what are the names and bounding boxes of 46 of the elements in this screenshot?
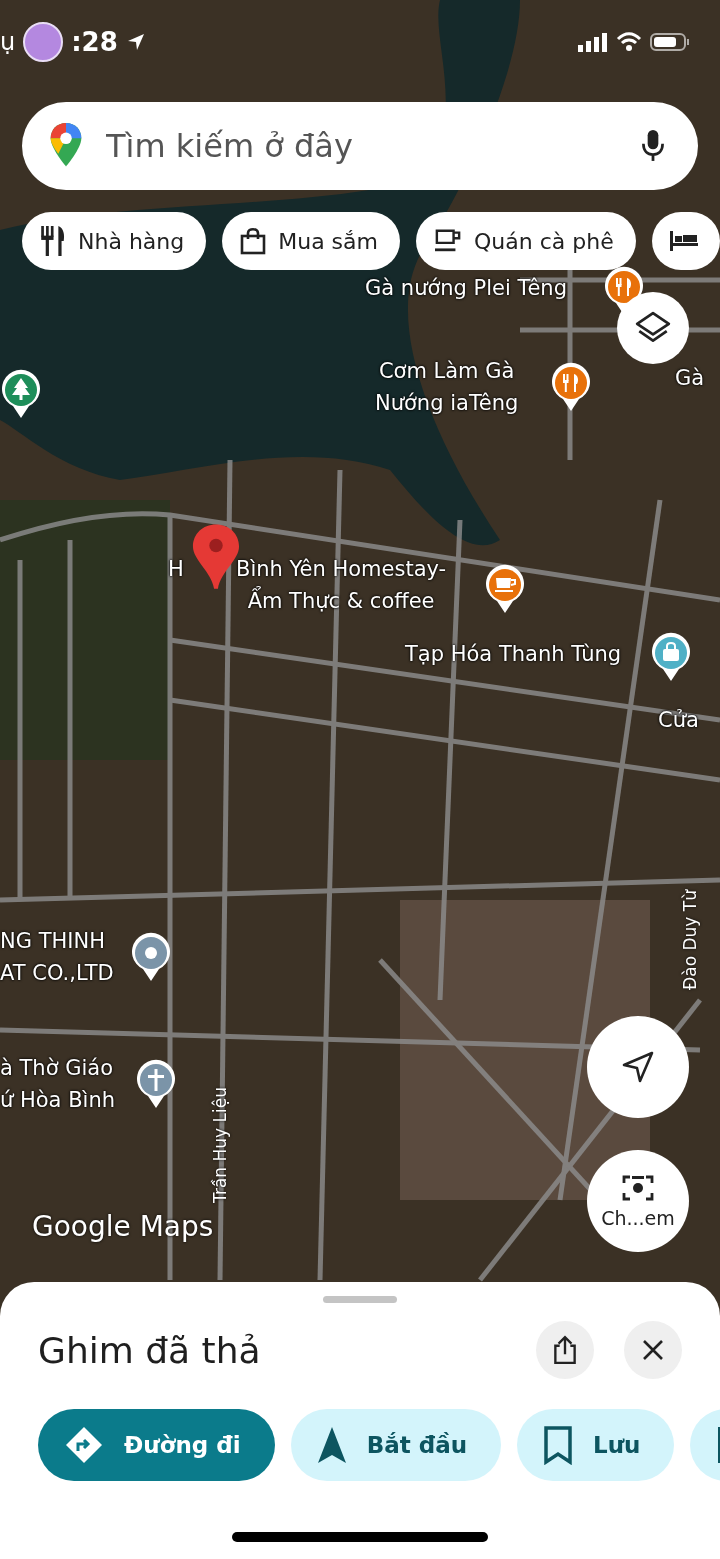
- shopping-bag-icon: [240, 227, 267, 255]
- close-icon: [641, 1338, 665, 1362]
- place-label[interactable]: Cơm Làm Gà Nướng iaTêng: [375, 355, 519, 419]
- cross-pin-icon[interactable]: [135, 1059, 177, 1109]
- street-label: Trần Huy Liệu: [210, 1086, 230, 1205]
- place-label[interactable]: Bình Yên Homestay- Ẩm Thực & coffee: [236, 553, 447, 617]
- battery-icon: [650, 32, 690, 52]
- navigation-arrow-icon: [620, 1049, 656, 1085]
- directions-icon: [64, 1425, 104, 1465]
- google-maps-logo: Google Maps: [32, 1210, 214, 1243]
- search-field[interactable]: Tìm kiếm ở đây: [22, 102, 698, 190]
- camera-label: Ch...em: [601, 1207, 675, 1229]
- fork-knife-icon: [40, 226, 66, 256]
- place-label[interactable]: Cửa: [658, 704, 699, 736]
- wifi-icon: [616, 32, 642, 52]
- maps-pin-logo-icon: [50, 123, 82, 169]
- place-label[interactable]: à Thờ Giáo ứ Hòa Bình: [0, 1052, 116, 1116]
- bed-icon: [669, 229, 698, 253]
- place-label[interactable]: Gà nướng Plei Têng: [365, 272, 567, 304]
- clock-time: :28: [71, 27, 118, 57]
- street-label: Đào Duy Từ: [680, 890, 700, 990]
- start-button[interactable]: Bắt đầu: [290, 1409, 502, 1481]
- category-chip[interactable]: Nhà hàng: [22, 212, 207, 270]
- shopping-bag-pin-icon[interactable]: [650, 632, 692, 682]
- bookmark-icon: [543, 1425, 574, 1465]
- place-label[interactable]: H: [168, 553, 184, 585]
- camera-icon: [621, 1173, 655, 1203]
- place-label[interactable]: NG THINH AT CO.,LTD: [0, 925, 114, 989]
- signal-icon: [578, 32, 608, 52]
- tree-pin-icon[interactable]: [0, 369, 42, 419]
- drag-handle[interactable]: [323, 1296, 397, 1303]
- coffee-cup-icon: [434, 228, 462, 254]
- place-label[interactable]: Gà: [675, 362, 705, 394]
- fork-knife-pin-icon[interactable]: [550, 362, 592, 412]
- status-text: ụ: [0, 28, 16, 56]
- save-button[interactable]: Lưu: [517, 1409, 675, 1481]
- share-icon: [552, 1335, 578, 1365]
- directions-button[interactable]: Đường đi: [38, 1409, 275, 1481]
- place-label[interactable]: Tạp Hóa Thanh Tùng: [405, 638, 622, 670]
- place-pin-icon[interactable]: [130, 932, 172, 982]
- navigation-arrow-icon: [316, 1425, 347, 1465]
- category-chip[interactable]: Mua sắm: [222, 212, 400, 270]
- coffee-cup-pin-icon[interactable]: [484, 564, 526, 614]
- microphone-icon[interactable]: [642, 130, 664, 162]
- sheet-title: Ghim đã thả: [38, 1329, 261, 1371]
- search-input[interactable]: Tìm kiếm ở đây: [104, 126, 620, 166]
